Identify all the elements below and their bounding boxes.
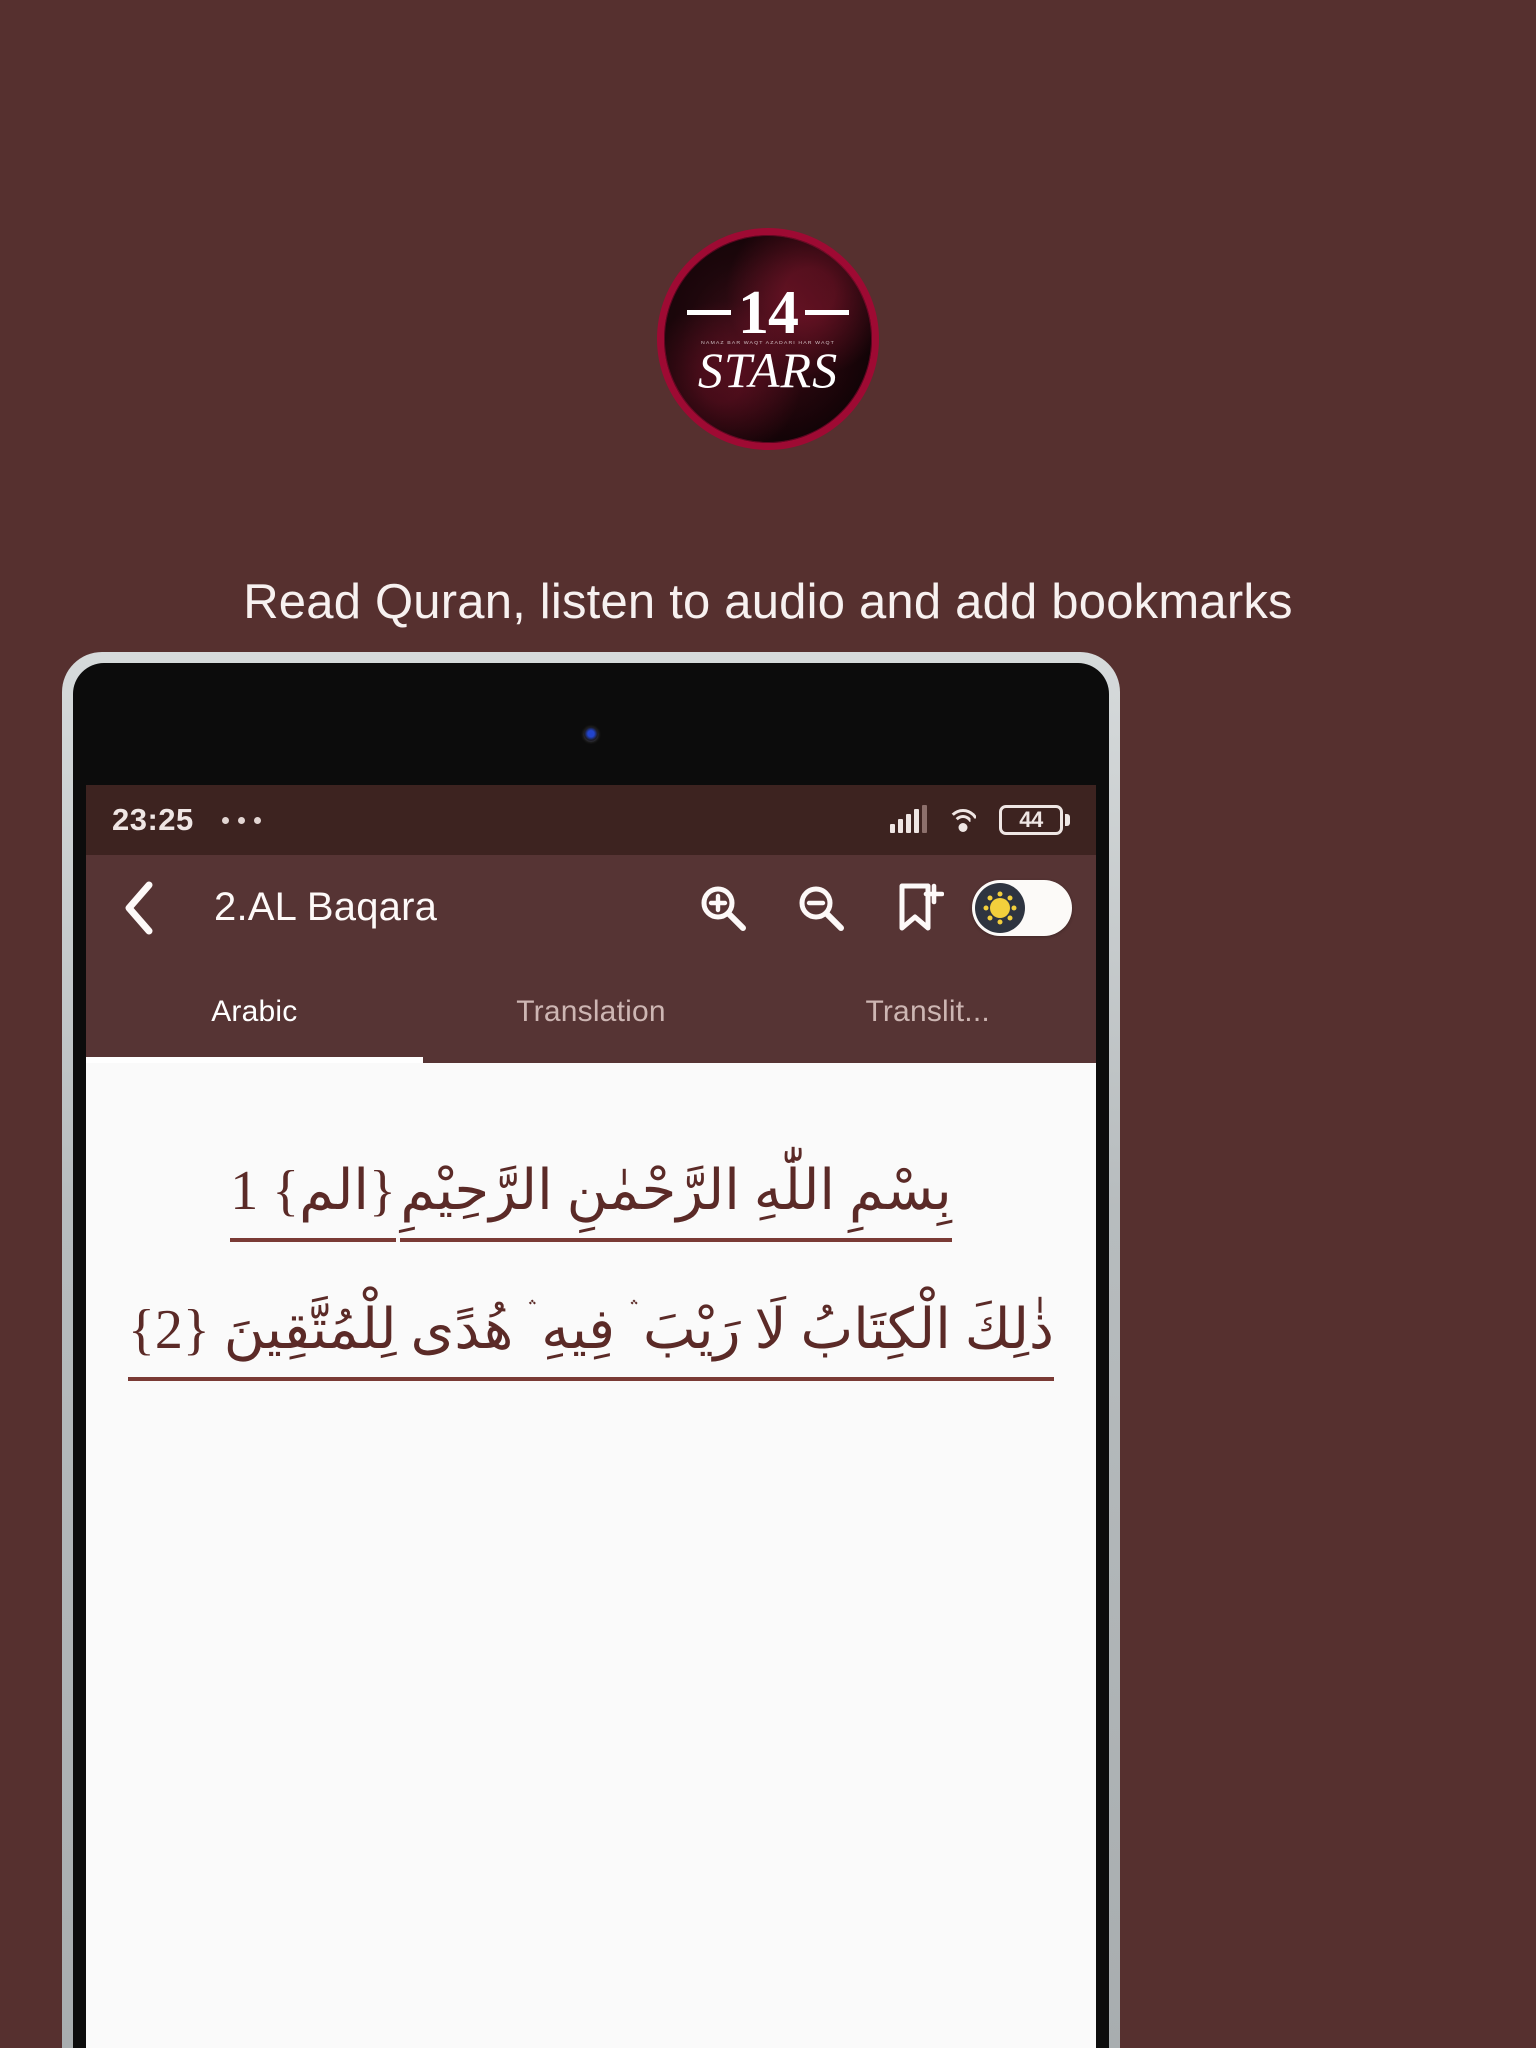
back-button[interactable] [110, 879, 168, 937]
zoom-in-button[interactable] [674, 859, 772, 957]
logo-number: 14 [738, 278, 799, 347]
day-night-toggle[interactable] [972, 879, 1072, 936]
front-camera-icon [583, 727, 599, 742]
ayah-line: {الم} 1 [230, 1151, 396, 1243]
promo-headline: Read Quran, listen to audio and add book… [243, 575, 1293, 629]
bookmark-add-icon [899, 883, 944, 930]
status-bar-notification-dots [221, 816, 261, 824]
tablet-device-mockup: 23:25 44 2.AL Baqara Arabic Translation … [62, 652, 1120, 2048]
battery-icon: 44 [999, 805, 1070, 835]
status-bar-indicators: 44 [890, 805, 1070, 835]
battery-level-label: 44 [1019, 807, 1043, 832]
brand-logo-container: 14 NAMAZ BAR WAQT AZADARI HAR WAQT STARS [0, 228, 1536, 450]
zoom-out-icon [799, 886, 844, 931]
status-bar-clock: 23:25 [112, 802, 194, 837]
quran-content-area[interactable]: بِسْمِ اللّٰهِ الرَّحْمٰنِ الرَّحِيْمِ {… [86, 1063, 1096, 2048]
ayah-line: ذٰلِكَ الْكِتَابُ لَا رَيْبَ ۛ فِيهِ ۛ ه… [128, 1290, 1054, 1382]
zoom-in-icon [701, 886, 746, 931]
dot-2 [237, 816, 245, 824]
dot-1 [221, 816, 229, 824]
tab-arabic[interactable]: Arabic [86, 960, 423, 1063]
sun-icon [990, 897, 1010, 918]
app-toolbar: 2.AL Baqara [86, 855, 1096, 960]
logo-number-row: 14 [687, 278, 849, 347]
zoom-out-button[interactable] [772, 859, 870, 957]
page-title: 2.AL Baqara [214, 885, 438, 929]
dot-3 [253, 816, 261, 824]
status-bar: 23:25 44 [86, 785, 1096, 855]
brand-logo-badge: 14 NAMAZ BAR WAQT AZADARI HAR WAQT STARS [657, 228, 879, 450]
logo-dash-left [687, 310, 731, 316]
tablet-bezel: 23:25 44 2.AL Baqara Arabic Translation … [73, 663, 1109, 2048]
bismillah-line: بِسْمِ اللّٰهِ الرَّحْمٰنِ الرَّحِيْمِ [400, 1151, 952, 1243]
tab-bar: Arabic Translation Translit... [86, 960, 1096, 1063]
signal-bars-icon [890, 805, 927, 833]
device-screen: 23:25 44 2.AL Baqara Arabic Translation … [86, 785, 1096, 2048]
toggle-knob [975, 882, 1025, 933]
tab-translation[interactable]: Translation [423, 960, 760, 1063]
tab-transliteration[interactable]: Translit... [759, 960, 1096, 1063]
logo-wordmark: STARS [697, 342, 839, 399]
wifi-icon [947, 807, 979, 833]
active-tab-indicator [86, 1057, 423, 1063]
logo-dash-right [805, 310, 849, 316]
add-bookmark-button[interactable] [870, 859, 968, 957]
battery-cap [1065, 814, 1070, 826]
toolbar-actions [674, 859, 1072, 957]
